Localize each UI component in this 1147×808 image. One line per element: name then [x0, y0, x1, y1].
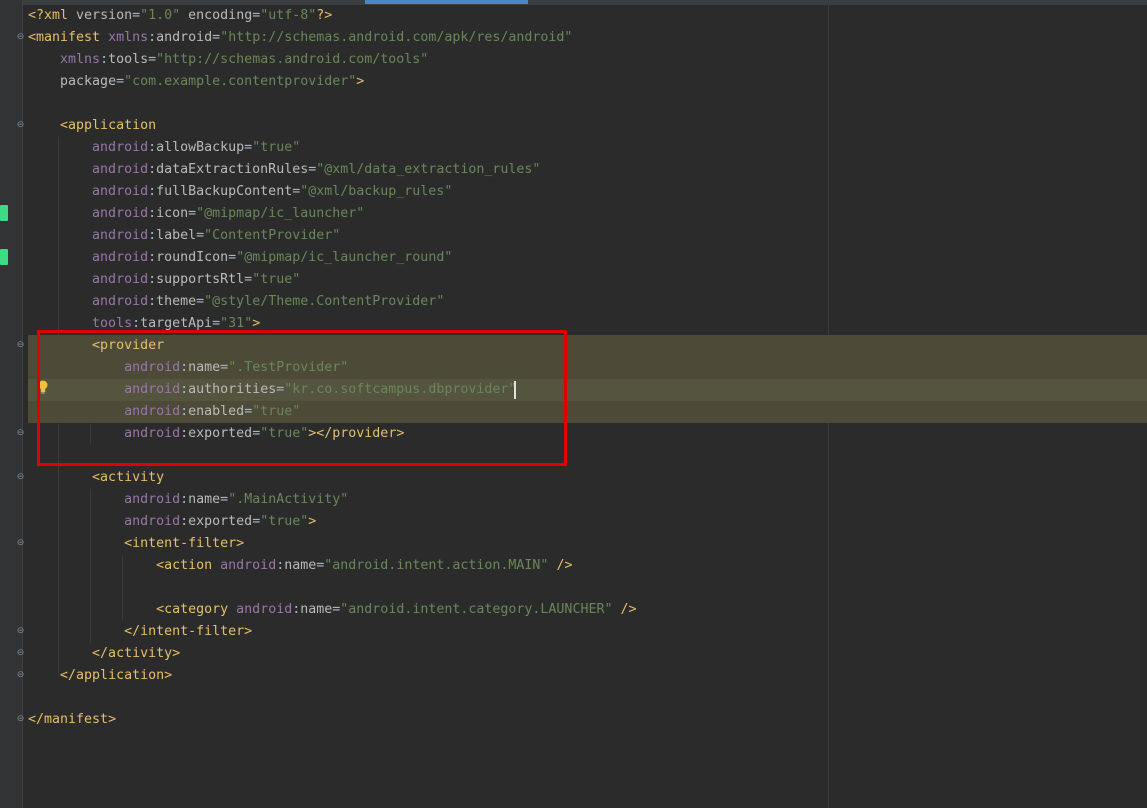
code-line: </manifest> [28, 712, 117, 727]
fold-icon[interactable]: ⊖ [16, 715, 25, 724]
code-line: xmlns:tools="http://schemas.android.com/… [60, 52, 429, 67]
android-resource-icon[interactable] [0, 249, 8, 265]
fold-icon[interactable]: ⊖ [16, 649, 25, 658]
code-line: android:label="ContentProvider" [92, 228, 341, 243]
code-line: <category android:name="android.intent.c… [156, 602, 637, 617]
code-line: android:name=".MainActivity" [124, 492, 349, 507]
fold-icon[interactable]: ⊖ [16, 429, 25, 438]
android-resource-icon[interactable] [0, 205, 8, 221]
code-line: android:allowBackup="true" [92, 140, 301, 155]
code-line: <activity [92, 470, 165, 485]
fold-icon[interactable]: ⊖ [16, 671, 25, 680]
fold-icon[interactable]: ⊖ [16, 627, 25, 636]
fold-icon[interactable]: ⊖ [16, 121, 25, 130]
code-line: package="com.example.contentprovider"> [60, 74, 365, 89]
fold-icon[interactable]: ⊖ [16, 33, 25, 42]
code-line: android:icon="@mipmap/ic_launcher" [92, 206, 365, 221]
code-line: <application [60, 118, 157, 133]
code-line: <?xml version="1.0" encoding="utf-8"?> [28, 8, 333, 23]
fold-icon[interactable]: ⊖ [16, 473, 25, 482]
code-line: android:supportsRtl="true" [92, 272, 301, 287]
active-tab-indicator [365, 0, 528, 4]
code-line: android:fullBackupContent="@xml/backup_r… [92, 184, 453, 199]
code-editor[interactable]: ⊖ ⊖ ⊖ ⊖ ⊖ ⊖ ⊖ ⊖ ⊖ ⊖ <?xml version="1.0" … [0, 0, 1147, 808]
code-line: </application> [60, 668, 173, 683]
fold-icon[interactable]: ⊖ [16, 539, 25, 548]
code-line: </intent-filter> [124, 624, 253, 639]
code-line: <action android:name="android.intent.act… [156, 558, 573, 573]
code-line: <intent-filter> [124, 536, 245, 551]
fold-icon[interactable]: ⊖ [16, 341, 25, 350]
code-line: android:exported="true"> [124, 514, 317, 529]
code-line: <manifest xmlns:android="http://schemas.… [28, 30, 573, 45]
annotation-highlight-box [37, 330, 567, 466]
code-line: </activity> [92, 646, 181, 661]
code-line: android:roundIcon="@mipmap/ic_launcher_r… [92, 250, 453, 265]
code-line: android:dataExtractionRules="@xml/data_e… [92, 162, 541, 177]
code-line: android:theme="@style/Theme.ContentProvi… [92, 294, 445, 309]
